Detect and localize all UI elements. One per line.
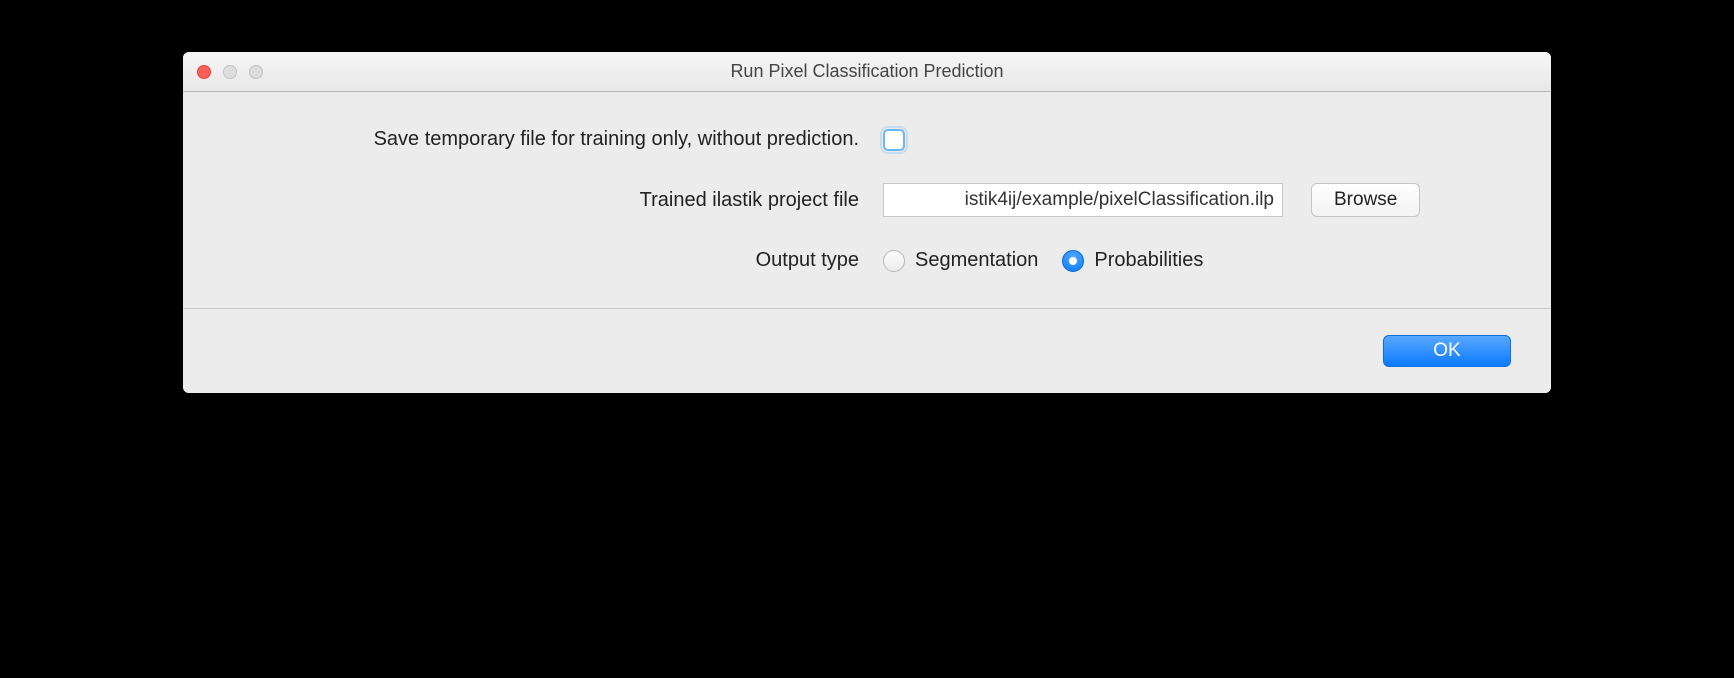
dialog-body: Save temporary file for training only, w…	[183, 92, 1551, 309]
save-temp-control	[883, 129, 1511, 151]
radio-probabilities-indicator	[1062, 250, 1084, 272]
dialog-footer: OK	[183, 309, 1551, 393]
output-type-row: Output type Segmentation Probabilities	[223, 249, 1511, 272]
project-file-label: Trained ilastik project file	[223, 189, 883, 212]
minimize-icon[interactable]	[223, 65, 237, 79]
save-temp-row: Save temporary file for training only, w…	[223, 128, 1511, 151]
save-temp-label: Save temporary file for training only, w…	[223, 128, 883, 151]
radio-probabilities[interactable]: Probabilities	[1062, 249, 1203, 272]
titlebar[interactable]: Run Pixel Classification Prediction	[183, 52, 1551, 92]
browse-button[interactable]: Browse	[1311, 183, 1420, 217]
radio-probabilities-label: Probabilities	[1094, 249, 1203, 272]
ok-button[interactable]: OK	[1383, 335, 1511, 367]
output-type-controls: Segmentation Probabilities	[883, 249, 1511, 272]
radio-segmentation-indicator	[883, 250, 905, 272]
save-temp-checkbox[interactable]	[883, 129, 905, 151]
radio-segmentation-label: Segmentation	[915, 249, 1038, 272]
traffic-lights	[197, 65, 263, 79]
project-file-input[interactable]: istik4ij/example/pixelClassification.ilp	[883, 183, 1283, 217]
radio-segmentation[interactable]: Segmentation	[883, 249, 1038, 272]
project-file-row: Trained ilastik project file istik4ij/ex…	[223, 183, 1511, 217]
close-icon[interactable]	[197, 65, 211, 79]
maximize-icon[interactable]	[249, 65, 263, 79]
project-file-control: istik4ij/example/pixelClassification.ilp…	[883, 183, 1511, 217]
output-type-label: Output type	[223, 249, 883, 272]
window-title: Run Pixel Classification Prediction	[183, 61, 1551, 82]
dialog-window: Run Pixel Classification Prediction Save…	[183, 52, 1551, 393]
